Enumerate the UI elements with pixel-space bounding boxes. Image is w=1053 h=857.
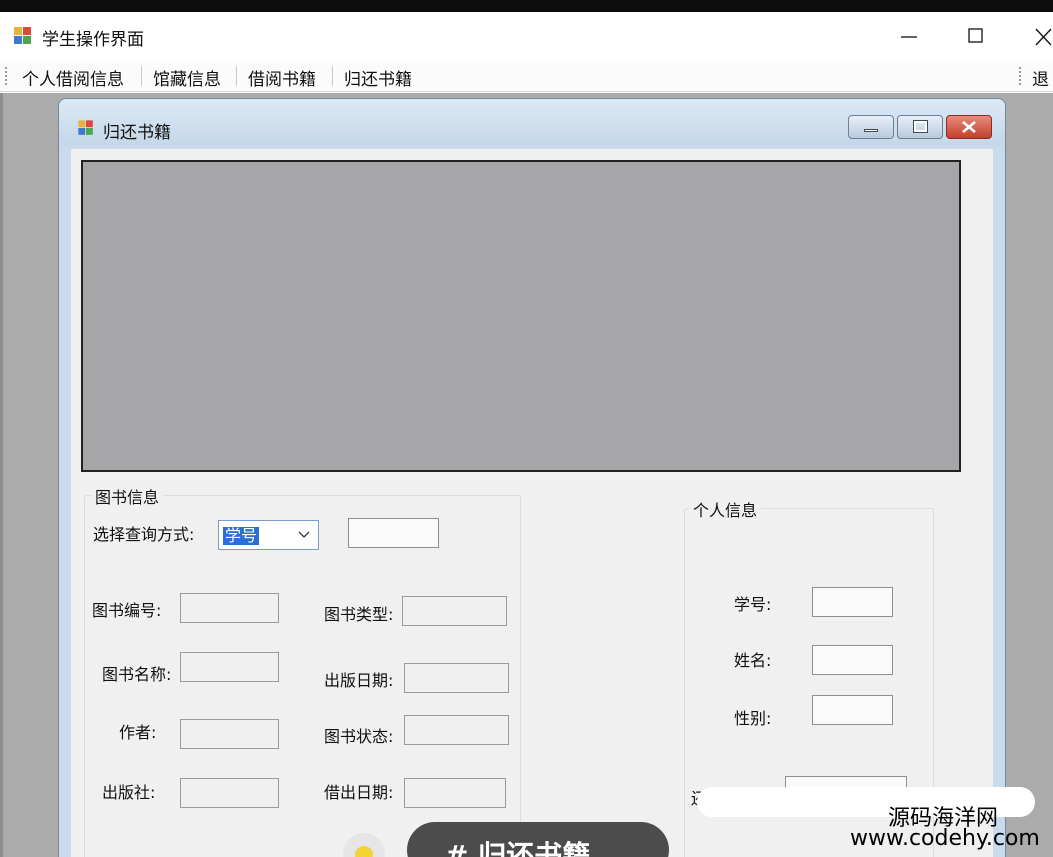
- book-name-label: 图书名称:: [102, 665, 172, 684]
- minimize-icon: [901, 36, 917, 38]
- topic-tag[interactable]: # 归还书籍: [407, 822, 669, 857]
- watermark-site-url: www.codehy.com: [850, 826, 1040, 851]
- minimize-button[interactable]: [888, 20, 928, 52]
- publisher-field[interactable]: [180, 778, 279, 808]
- child-restore-button[interactable]: [897, 115, 943, 139]
- menu-grip: [5, 67, 7, 85]
- minimize-icon: [864, 129, 878, 132]
- query-input[interactable]: [348, 518, 439, 548]
- gender-field[interactable]: [812, 695, 893, 725]
- close-button[interactable]: [1022, 20, 1053, 52]
- menu-separator: [332, 66, 333, 86]
- book-status-field[interactable]: [404, 715, 509, 745]
- book-status-label: 图书状态:: [324, 727, 394, 746]
- borrow-date-field[interactable]: [404, 778, 506, 808]
- menu-grip: [1019, 67, 1021, 85]
- maximize-icon: [968, 28, 983, 43]
- child-title-bar[interactable]: 归还书籍: [59, 99, 1005, 145]
- window-title: 学生操作界面: [42, 30, 144, 50]
- student-id-label: 学号:: [734, 595, 772, 614]
- name-label: 姓名:: [734, 651, 772, 670]
- name-field[interactable]: [812, 645, 893, 675]
- return-books-window: 归还书籍 图书信息 选择查询方式: 学号 图书编号: 图书类型: 图书名称: 出…: [58, 98, 1006, 857]
- menu-bar: 个人借阅信息 馆藏信息 借阅书籍 归还书籍 退出: [0, 60, 1053, 92]
- menu-item-return-books[interactable]: 归还书籍: [342, 65, 414, 90]
- child-window-title: 归还书籍: [103, 123, 171, 143]
- student-id-field[interactable]: [812, 587, 893, 617]
- borrow-date-label: 借出日期:: [324, 783, 394, 802]
- menu-item-personal-borrow[interactable]: 个人借阅信息: [20, 65, 126, 90]
- child-client-area: 图书信息 选择查询方式: 学号 图书编号: 图书类型: 图书名称: 出版日期: …: [71, 149, 993, 857]
- main-title-bar: 学生操作界面: [0, 12, 1053, 60]
- pub-date-label: 出版日期:: [324, 671, 394, 690]
- topic-tag-label: # 归还书籍: [445, 839, 591, 857]
- personal-info-legend: 个人信息: [689, 497, 762, 521]
- book-id-field[interactable]: [180, 593, 279, 623]
- query-method-value: 学号: [223, 526, 260, 545]
- menu-item-exit[interactable]: 退出: [1030, 65, 1053, 92]
- author-label: 作者:: [119, 723, 157, 742]
- restore-icon: [913, 120, 928, 133]
- child-app-icon: [78, 120, 93, 135]
- menu-separator: [236, 66, 237, 86]
- child-close-button[interactable]: [946, 115, 992, 139]
- child-minimize-button[interactable]: [848, 115, 894, 139]
- menu-item-borrow-books[interactable]: 借阅书籍: [246, 65, 318, 90]
- close-icon: [962, 121, 976, 133]
- publisher-label: 出版社:: [102, 783, 156, 802]
- book-name-field[interactable]: [180, 652, 279, 682]
- book-info-legend: 图书信息: [91, 484, 164, 508]
- chevron-down-icon: [298, 531, 310, 538]
- pub-date-field[interactable]: [404, 663, 509, 693]
- records-grid[interactable]: [81, 160, 961, 472]
- author-field[interactable]: [180, 719, 279, 749]
- mdi-border: [0, 93, 3, 857]
- gender-label: 性别:: [734, 709, 772, 728]
- menu-item-exit-clip: 退出: [1030, 60, 1053, 92]
- maximize-button[interactable]: [955, 20, 995, 52]
- book-id-label: 图书编号:: [92, 601, 162, 620]
- book-type-field[interactable]: [402, 596, 507, 626]
- app-icon: [14, 27, 32, 45]
- close-icon: [1035, 28, 1052, 46]
- top-edge-strip: [0, 0, 1053, 12]
- menu-item-collection[interactable]: 馆藏信息: [151, 65, 223, 90]
- query-method-select[interactable]: 学号: [218, 520, 319, 550]
- menu-separator: [141, 66, 142, 86]
- query-method-label: 选择查询方式:: [93, 525, 195, 544]
- book-type-label: 图书类型:: [324, 605, 394, 624]
